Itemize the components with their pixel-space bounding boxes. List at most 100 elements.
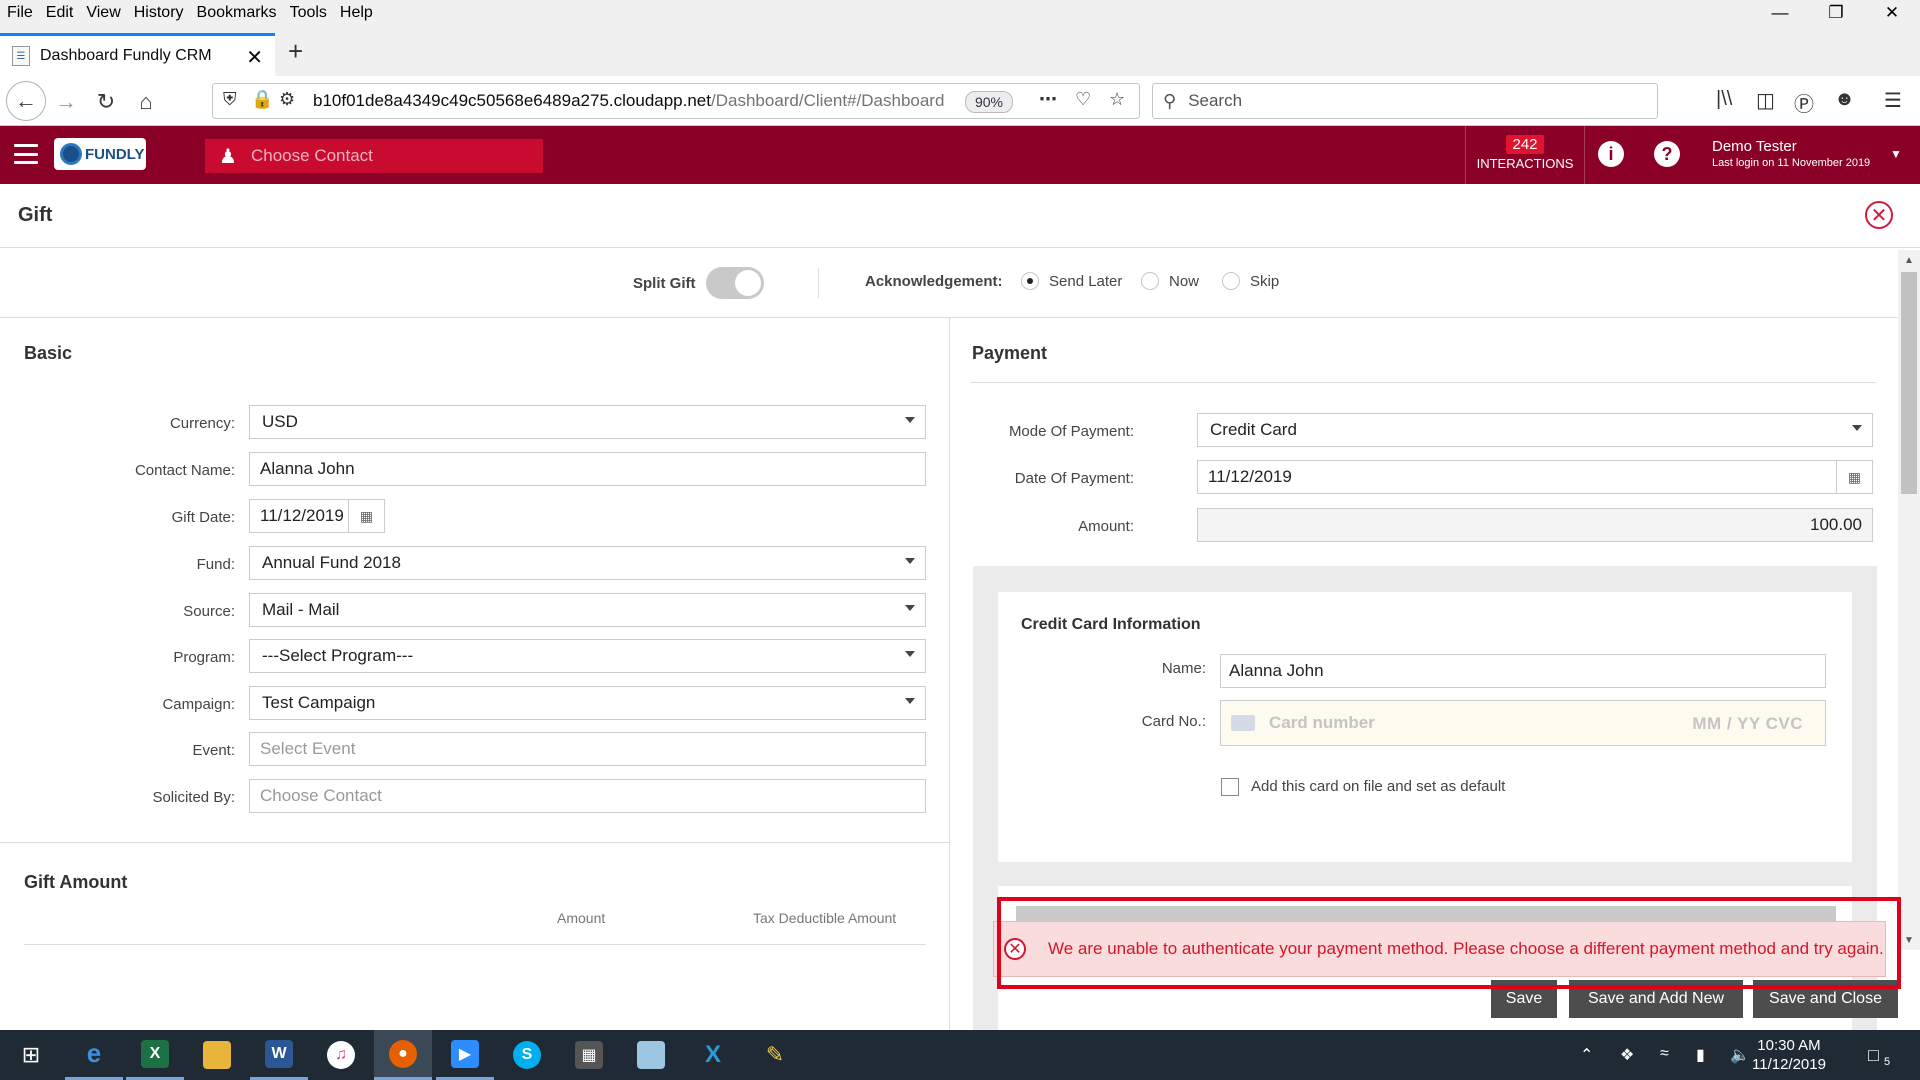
- bookmark-star-icon[interactable]: ☆: [1109, 89, 1125, 110]
- card-number-input[interactable]: Card number MM / YY CVC: [1220, 700, 1826, 746]
- scroll-up-icon[interactable]: ▲: [1898, 250, 1920, 270]
- screen-tool-icon[interactable]: [622, 1030, 680, 1080]
- pinterest-icon[interactable]: Ⓟ: [1794, 88, 1814, 117]
- menu-view[interactable]: View: [79, 4, 126, 22]
- wifi-icon[interactable]: ≈: [1660, 1045, 1669, 1063]
- ack-radio-now[interactable]: Now: [1141, 272, 1199, 290]
- sidebar-icon[interactable]: ◫: [1756, 88, 1775, 113]
- fundly-logo[interactable]: FUNDLY: [54, 138, 146, 170]
- mode-of-payment-value: Credit Card: [1210, 420, 1297, 439]
- calendar-icon[interactable]: ▦: [1836, 461, 1872, 493]
- choose-contact-placeholder: Choose Contact: [251, 146, 373, 165]
- dropdown-caret-icon: [1852, 425, 1862, 431]
- calendar-icon[interactable]: ▦: [348, 500, 384, 532]
- menu-tools[interactable]: Tools: [283, 4, 333, 22]
- back-arrow-icon[interactable]: ←: [6, 81, 46, 121]
- fund-select[interactable]: Annual Fund 2018: [249, 546, 926, 580]
- shield-icon[interactable]: ⛨: [223, 89, 237, 110]
- menu-bookmarks[interactable]: Bookmarks: [190, 4, 283, 22]
- cc-name-field[interactable]: Alanna John: [1220, 654, 1826, 688]
- xmind-icon[interactable]: X: [684, 1030, 742, 1080]
- split-gift-toggle[interactable]: [706, 267, 764, 299]
- edge-icon[interactable]: e: [65, 1030, 123, 1080]
- menu-edit[interactable]: Edit: [39, 4, 80, 22]
- credit-card-info-card: Credit Card Information Name: Alanna Joh…: [998, 592, 1852, 862]
- source-select[interactable]: Mail - Mail: [249, 593, 926, 627]
- scrollbar-thumb[interactable]: [1901, 272, 1917, 494]
- browser-tab[interactable]: ☰ Dashboard Fundly CRM ✕: [0, 33, 275, 76]
- date-of-payment-field[interactable]: 11/12/2019 ▦: [1197, 460, 1873, 494]
- pocket-icon[interactable]: ♡: [1075, 89, 1091, 110]
- info-icon[interactable]: i: [1598, 141, 1624, 167]
- user-menu[interactable]: Demo Tester Last login on 11 November 20…: [1712, 138, 1870, 169]
- solicited-by-field[interactable]: Choose Contact: [249, 779, 926, 813]
- gift-date-label: Gift Date:: [171, 509, 235, 526]
- search-bar[interactable]: ⚲ Search: [1152, 83, 1658, 119]
- hamburger-menu-icon[interactable]: [14, 144, 38, 164]
- interactions-button[interactable]: 242 INTERACTIONS: [1465, 126, 1585, 184]
- basic-title: Basic: [24, 343, 73, 363]
- mode-of-payment-select[interactable]: Credit Card: [1197, 413, 1873, 447]
- ack-radio-skip[interactable]: Skip: [1222, 272, 1279, 290]
- menu-file[interactable]: File: [0, 4, 39, 22]
- scroll-down-icon[interactable]: ▼: [1898, 930, 1920, 950]
- amount-field[interactable]: 100.00: [1197, 508, 1873, 542]
- gift-date-field[interactable]: 11/12/2019 ▦: [249, 499, 385, 533]
- restore-icon[interactable]: ❐: [1808, 0, 1864, 26]
- tab-close-icon[interactable]: ✕: [246, 45, 263, 70]
- currency-select[interactable]: USD: [249, 405, 926, 439]
- battery-icon[interactable]: ▮: [1696, 1045, 1705, 1065]
- word-icon[interactable]: W: [250, 1030, 308, 1080]
- zoom-icon[interactable]: ▶: [436, 1030, 494, 1080]
- paint-icon[interactable]: ✎: [746, 1030, 804, 1080]
- url-path: /Dashboard/Client#/Dashboard: [711, 91, 945, 110]
- modal-scrollbar[interactable]: ▲ ▼: [1898, 250, 1920, 950]
- campaign-select[interactable]: Test Campaign: [249, 686, 926, 720]
- library-icon[interactable]: |\\: [1716, 88, 1732, 111]
- forward-arrow-icon[interactable]: →: [50, 86, 82, 118]
- tax-deductible-column-header: Tax Deductible Amount: [753, 910, 897, 926]
- contact-name-field[interactable]: Alanna John: [249, 452, 926, 486]
- save-card-checkbox[interactable]: [1221, 778, 1239, 796]
- ack-radio-send-later[interactable]: Send Later: [1021, 272, 1122, 290]
- skype-icon[interactable]: S: [498, 1030, 556, 1080]
- file-explorer-icon[interactable]: [188, 1030, 246, 1080]
- url-bar[interactable]: ⛨ 🔒 ⚙ b10f01de8a4349c49c50568e6489a275.c…: [212, 83, 1140, 119]
- excel-icon[interactable]: X: [126, 1030, 184, 1080]
- tray-chevron-up-icon[interactable]: ⌃: [1580, 1045, 1593, 1065]
- volume-icon[interactable]: 🔈: [1730, 1045, 1750, 1065]
- calculator-icon[interactable]: ▦: [560, 1030, 618, 1080]
- page-actions-icon[interactable]: ⋯: [1039, 89, 1057, 110]
- page-favicon-icon: ☰: [12, 46, 30, 66]
- close-icon[interactable]: ✕: [1865, 201, 1893, 229]
- menu-help[interactable]: Help: [333, 4, 379, 22]
- reload-icon[interactable]: ↻: [90, 86, 122, 118]
- open-menu-icon[interactable]: ☰: [1884, 88, 1902, 113]
- choose-contact-search[interactable]: ♟ Choose Contact: [205, 139, 543, 173]
- dropdown-caret-icon: [905, 605, 915, 611]
- insecure-lock-icon[interactable]: 🔒: [251, 89, 273, 110]
- itunes-icon[interactable]: ♫: [312, 1030, 370, 1080]
- chevron-down-icon[interactable]: ▼: [1890, 147, 1902, 161]
- dropdown-caret-icon: [905, 698, 915, 704]
- source-value: Mail - Mail: [262, 600, 340, 619]
- program-select[interactable]: ---Select Program---: [249, 639, 926, 673]
- help-icon[interactable]: ?: [1654, 141, 1680, 167]
- campaign-value: Test Campaign: [262, 693, 376, 712]
- account-icon[interactable]: ☻: [1834, 88, 1855, 111]
- zoom-level[interactable]: 90%: [965, 91, 1013, 113]
- event-field[interactable]: Select Event: [249, 732, 926, 766]
- fund-value: Annual Fund 2018: [262, 553, 401, 572]
- minimize-icon[interactable]: —: [1752, 0, 1808, 26]
- error-highlight-box: [997, 897, 1901, 989]
- taskbar-clock[interactable]: 10:30 AM 11/12/2019: [1752, 1036, 1826, 1074]
- dropbox-icon[interactable]: ❖: [1620, 1045, 1634, 1065]
- close-window-icon[interactable]: ✕: [1864, 0, 1920, 26]
- home-icon[interactable]: ⌂: [130, 86, 162, 118]
- windows-start-icon[interactable]: ⊞: [2, 1030, 60, 1080]
- permissions-icon[interactable]: ⚙: [279, 89, 295, 110]
- notifications-icon[interactable]: □: [1868, 1045, 1879, 1066]
- menu-history[interactable]: History: [127, 4, 190, 22]
- new-tab-icon[interactable]: +: [288, 36, 303, 67]
- firefox-icon[interactable]: ●: [374, 1030, 432, 1080]
